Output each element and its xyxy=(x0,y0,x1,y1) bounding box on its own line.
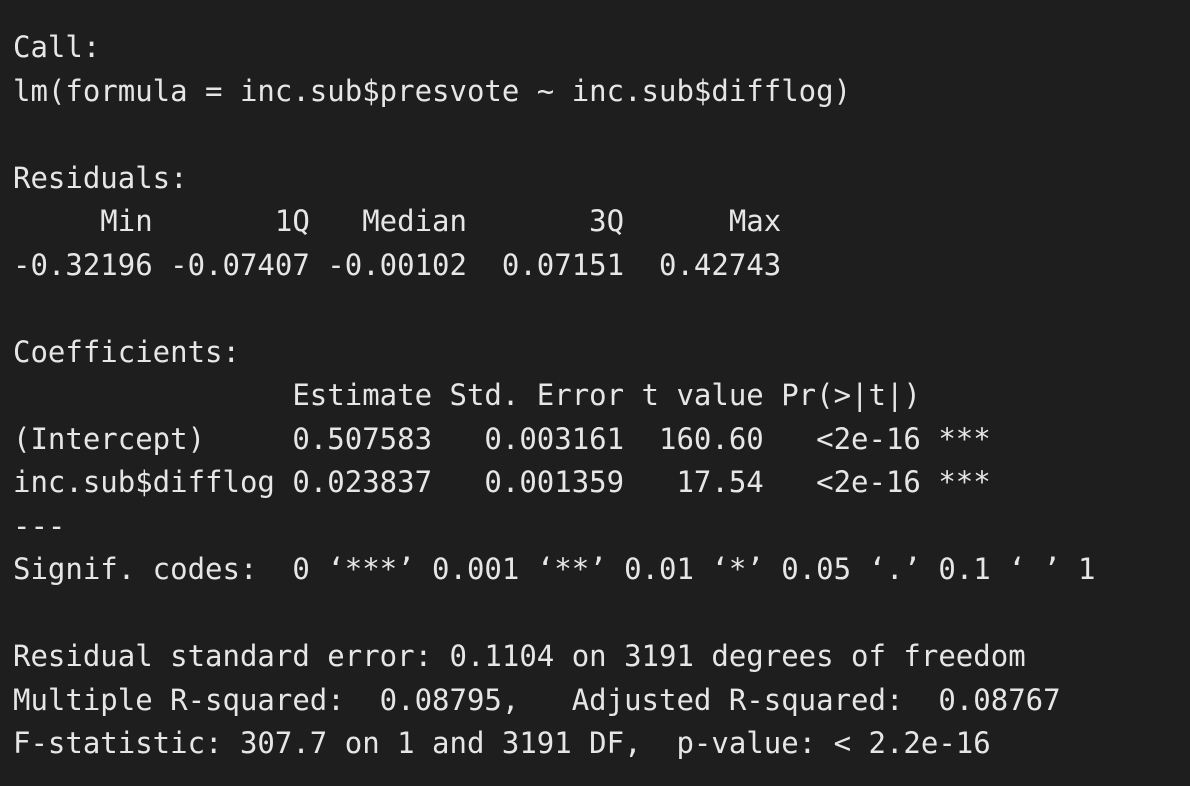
call-heading: Call: xyxy=(13,30,101,64)
coefficients-header-row: Estimate Std. Error t value Pr(>|t|) xyxy=(13,378,991,412)
call-formula: lm(formula = inc.sub$presvote ~ inc.sub$… xyxy=(13,73,852,108)
coefficients-row-intercept: (Intercept) 0.507583 0.003161 160.60 <2e… xyxy=(13,421,991,456)
residuals-values-row: -0.32196 -0.07407 -0.00102 0.07151 0.427… xyxy=(13,247,799,282)
signif-codes: Signif. codes: 0 ‘***’ 0.001 ‘**’ 0.01 ‘… xyxy=(13,552,1096,586)
residuals-heading: Residuals: xyxy=(13,160,188,195)
residual-standard-error: Residual standard error: 0.1104 on 3191 … xyxy=(13,639,1026,673)
residuals-header-row: Min 1Q Median 3Q Max xyxy=(13,204,799,238)
separator-line: --- xyxy=(13,508,66,543)
r-squared-line: Multiple R-squared: 0.08795, Adjusted R-… xyxy=(13,682,1079,717)
f-statistic-line: F-statistic: 307.7 on 1 and 3191 DF, p-v… xyxy=(13,726,991,760)
coefficients-heading: Coefficients: xyxy=(13,334,240,369)
coefficients-row-difflog: inc.sub$difflog 0.023837 0.001359 17.54 … xyxy=(13,465,991,499)
r-console-output[interactable]: Call: lm(formula = inc.sub$presvote ~ in… xyxy=(0,0,1190,786)
